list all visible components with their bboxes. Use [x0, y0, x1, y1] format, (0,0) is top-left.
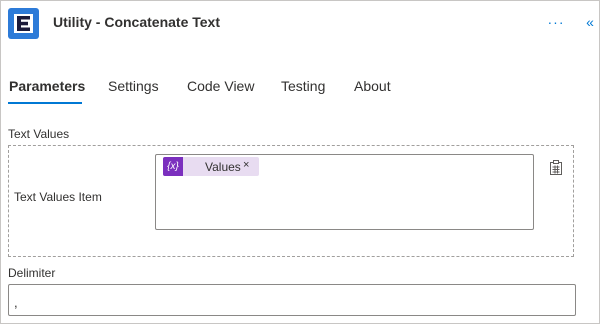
tab-code-view[interactable]: Code View	[187, 78, 254, 94]
text-values-item-label: Text Values Item	[14, 190, 102, 204]
card-header: Utility - Concatenate Text ··· «	[0, 0, 600, 48]
card-title: Utility - Concatenate Text	[53, 14, 220, 30]
remove-token-icon[interactable]: ×	[243, 159, 249, 171]
collapse-panel-icon[interactable]: «	[580, 12, 600, 32]
delimiter-value: ,	[14, 295, 18, 310]
more-options-icon[interactable]: ···	[546, 12, 566, 32]
switch-to-entire-array-icon[interactable]	[547, 158, 565, 176]
expression-variable-icon: {x}	[163, 157, 183, 176]
connector-app-icon	[8, 8, 39, 39]
active-tab-indicator	[8, 102, 82, 104]
values-token-label: Values	[205, 160, 241, 174]
tab-about[interactable]: About	[354, 78, 391, 94]
tab-parameters[interactable]: Parameters	[9, 78, 85, 94]
tab-bar: Parameters Settings Code View Testing Ab…	[0, 74, 600, 106]
tab-settings[interactable]: Settings	[108, 78, 159, 94]
tab-testing[interactable]: Testing	[281, 78, 325, 94]
delimiter-input[interactable]	[8, 284, 576, 316]
delimiter-label: Delimiter	[8, 266, 56, 280]
text-values-label: Text Values	[8, 127, 70, 141]
